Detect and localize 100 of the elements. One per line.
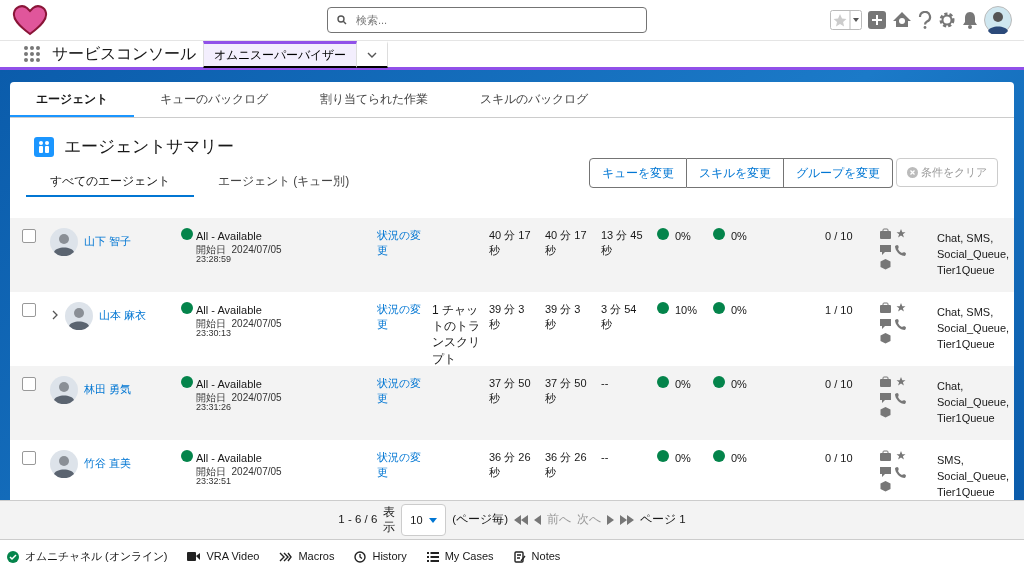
utility-item[interactable]: VRA Video: [186, 547, 261, 566]
sub-tab[interactable]: エージェント (キュー別): [194, 165, 374, 197]
summary-title: エージェントサマリー: [64, 136, 234, 158]
page-size-select[interactable]: 10: [401, 504, 447, 536]
utilization: 0%: [675, 377, 691, 392]
change-status-link[interactable]: 状況の変更: [377, 450, 423, 480]
clear-icon: [907, 166, 918, 178]
channel-icons-drawing: [880, 302, 906, 344]
utilization-dot: [657, 450, 669, 462]
chevron-down-icon: [367, 52, 377, 58]
help-icon[interactable]: [918, 11, 932, 29]
tab-menu-button[interactable]: [357, 41, 388, 68]
avatar: [65, 302, 93, 330]
utilization-dot: [713, 376, 725, 388]
avatar: [50, 376, 78, 404]
online-status-icon: [7, 550, 19, 563]
work-item: 1 チャットのトランスクリプト: [432, 302, 481, 367]
start-time: 23:32:51: [196, 477, 233, 486]
caret-down-icon: [429, 517, 438, 523]
next-icon[interactable]: [607, 515, 615, 525]
capacity: 1 / 10: [825, 304, 853, 316]
record-range: 1 - 6 / 6: [338, 512, 378, 528]
notes-icon: [513, 550, 526, 563]
utilization: 10%: [675, 303, 698, 318]
agent-name-link[interactable]: 山下 智子: [84, 234, 131, 250]
first-page-icon[interactable]: [514, 515, 529, 525]
utilization-dot: [713, 302, 725, 314]
page-tab[interactable]: 割り当てられた作業: [294, 82, 454, 117]
channel-icons-drawing: [880, 450, 906, 492]
duration: 40 分 17 秒: [545, 228, 588, 259]
duration: --: [601, 450, 610, 465]
change-status-link[interactable]: 状況の変更: [377, 302, 423, 332]
duration: 3 分 54 秒: [601, 302, 638, 333]
utilization-dot: [713, 450, 725, 462]
queue-list: Chat, SMS, Social_Queue, Tier1Queue: [937, 231, 1014, 279]
agent-name-link[interactable]: 竹谷 直美: [84, 456, 131, 472]
duration: 37 分 50 秒: [489, 376, 532, 407]
row-checkbox[interactable]: [22, 377, 36, 391]
page-tab[interactable]: エージェント: [10, 82, 134, 117]
settings-icon[interactable]: [938, 11, 956, 29]
app-title: サービスコンソール: [52, 44, 196, 64]
channel-icons-drawing: [880, 228, 906, 270]
last-page-icon[interactable]: [620, 515, 635, 525]
previous-icon[interactable]: [534, 515, 542, 525]
change-button[interactable]: スキルを変更: [687, 158, 784, 188]
agent-name-link[interactable]: 山本 麻衣: [99, 308, 146, 324]
duration: 36 分 26 秒: [489, 450, 532, 481]
per-page-label: (ページ毎): [452, 512, 509, 528]
utilization-dot: [657, 376, 669, 388]
row-checkbox[interactable]: [22, 303, 36, 317]
capacity: 0 / 10: [825, 452, 853, 464]
start-time: 23:31:26: [196, 403, 233, 412]
add-icon[interactable]: [868, 11, 886, 29]
duration: 37 分 50 秒: [545, 376, 588, 407]
queue-list: Chat, SMS, Social_Queue, Tier1Queue: [937, 305, 1014, 353]
change-status-link[interactable]: 状況の変更: [377, 228, 423, 258]
queue-list: SMS, Social_Queue, Tier1Queue: [937, 453, 1014, 500]
utilization: 0%: [731, 229, 747, 244]
page-number: ページ 1: [640, 512, 686, 528]
utility-item[interactable]: History: [353, 547, 408, 566]
change-button[interactable]: グループを変更: [784, 158, 893, 188]
row-checkbox[interactable]: [22, 229, 36, 243]
avatar: [50, 228, 78, 256]
page-tab[interactable]: キューのバックログ: [134, 82, 294, 117]
utility-item[interactable]: My Cases: [425, 547, 495, 566]
utilization: 0%: [675, 229, 691, 244]
utilization-dot: [657, 302, 669, 314]
queue-list: Chat, Social_Queue, Tier1Queue: [937, 379, 1014, 427]
utility-item[interactable]: Macros: [278, 547, 336, 566]
chevrons-icon: [279, 551, 293, 562]
row-checkbox[interactable]: [22, 451, 36, 465]
status-text: All - Available: [196, 303, 263, 318]
page-tab[interactable]: スキルのバックログ: [454, 82, 614, 117]
status-text: All - Available: [196, 377, 263, 392]
change-button[interactable]: キューを変更: [589, 158, 687, 188]
utility-item[interactable]: オムニチャネル (オンライン): [6, 547, 169, 566]
utilization: 0%: [731, 377, 747, 392]
sub-tab[interactable]: すべてのエージェント: [26, 165, 194, 197]
status-text: All - Available: [196, 451, 263, 466]
start-date: 開始日 2024/07/05: [196, 392, 282, 403]
avatar[interactable]: [984, 6, 1012, 34]
notifications-icon[interactable]: [962, 11, 978, 29]
utilization: 0%: [731, 451, 747, 466]
start-time: 23:28:59: [196, 255, 233, 264]
utilization: 0%: [675, 451, 691, 466]
avatar: [50, 450, 78, 478]
duration: 39 分 3 秒: [489, 302, 526, 333]
app-launcher-icon[interactable]: [24, 46, 40, 62]
agent-name-link[interactable]: 林田 勇気: [84, 382, 131, 398]
utility-item[interactable]: Notes: [512, 547, 562, 566]
agents-icon: [34, 136, 54, 157]
duration: 13 分 45 秒: [601, 228, 644, 259]
utilization-dot: [713, 228, 725, 240]
console-tab[interactable]: オムニスーパーバイザー: [203, 41, 357, 68]
search-field[interactable]: 検索...: [327, 7, 647, 33]
change-status-link[interactable]: 状況の変更: [377, 376, 423, 406]
show-label: 表示: [383, 505, 396, 535]
start-date: 開始日 2024/07/05: [196, 244, 282, 255]
expand-chevron-icon[interactable]: [52, 310, 58, 320]
start-date: 開始日 2024/07/05: [196, 466, 282, 477]
